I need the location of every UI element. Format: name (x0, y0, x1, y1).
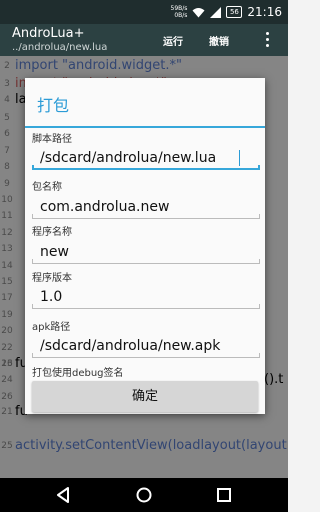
file-path: ../androlua/new.lua (12, 42, 108, 53)
battery-level: 56 (229, 8, 239, 16)
text-cursor (239, 150, 240, 166)
network-speed: 59B/s 0B/s (171, 5, 188, 19)
recents-icon[interactable] (217, 488, 231, 502)
undo-button[interactable]: 撤销 (209, 33, 229, 48)
app-name-label: 程序名称 (32, 227, 72, 238)
clock: 21:16 (247, 5, 282, 19)
battery-icon: 56 (226, 6, 243, 18)
net-down-speed: 59B/s (170, 5, 188, 12)
apk-path-value: /sdcard/androlua/new.apk (40, 338, 221, 354)
app-name-field[interactable]: new (32, 242, 260, 264)
apk-path-field[interactable]: /sdcard/androlua/new.apk (32, 336, 260, 358)
app-version-label: 程序版本 (32, 273, 72, 284)
navigation-bar (0, 478, 288, 512)
title-divider (25, 126, 265, 128)
app-title: AndroLua+ (12, 26, 85, 41)
debug-sign-checkbox[interactable]: 打包使用debug签名 (32, 364, 124, 379)
app-version-field[interactable]: 1.0 (32, 287, 260, 309)
home-icon[interactable] (136, 487, 152, 503)
app-version-value: 1.0 (40, 289, 63, 305)
back-icon[interactable] (56, 487, 70, 503)
signal-icon (210, 6, 222, 18)
script-path-field[interactable]: /sdcard/androlua/new.lua (32, 148, 260, 170)
package-name-label: 包名称 (32, 182, 62, 193)
run-button[interactable]: 运行 (163, 33, 183, 48)
script-path-label: 脚本路径 (32, 134, 72, 145)
package-name-value: com.androlua.new (40, 199, 170, 215)
app-bar: AndroLua+ ../androlua/new.lua 运行 撤销 (0, 24, 288, 56)
net-up-speed: 0B/s (174, 12, 188, 19)
dialog-title: 打包 (37, 96, 70, 115)
overflow-menu-icon[interactable] (266, 32, 270, 50)
script-path-value: /sdcard/androlua/new.lua (40, 150, 217, 166)
package-name-field[interactable]: com.androlua.new (32, 197, 260, 219)
apk-path-label: apk路径 (32, 322, 71, 333)
confirm-button[interactable]: 确定 (32, 381, 258, 412)
status-bar: 59B/s 0B/s 56 21:16 (0, 0, 288, 24)
app-name-value: new (40, 244, 69, 260)
wifi-icon (192, 7, 205, 17)
package-dialog: 打包 脚本路径 /sdcard/androlua/new.lua 包名称 com… (25, 78, 265, 414)
